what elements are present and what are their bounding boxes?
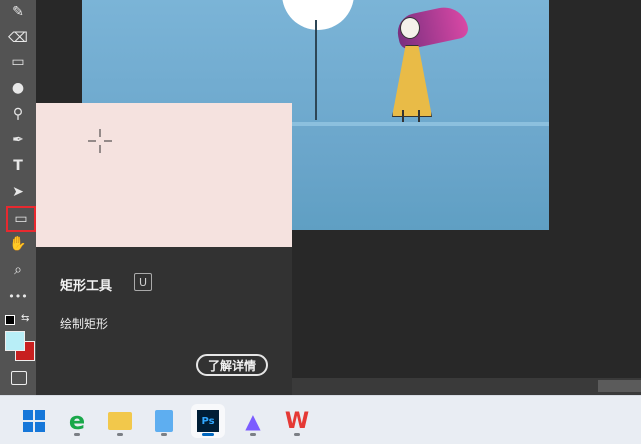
tool-tooltip: 矩形工具 U 绘制矩形 了解详情 (36, 103, 292, 395)
spot-healing-icon[interactable]: ✎ (0, 0, 36, 24)
stem (315, 20, 317, 120)
gradient-icon[interactable]: ▭ (0, 50, 36, 74)
pen-icon[interactable]: ✒ (0, 128, 36, 152)
tools-panel: ✎ ⌫ ▭ ● ⚲ ✒ T ➤ ▭ ✋ ⌕ ••• ⇆ (0, 0, 36, 395)
taskbar: e Ps ▲ W (0, 395, 641, 444)
hand-icon[interactable]: ✋ (0, 232, 36, 256)
quick-mask-icon[interactable] (11, 371, 27, 385)
zoom-icon[interactable]: ⌕ (0, 258, 36, 282)
scrollbar-thumb[interactable] (598, 380, 641, 392)
tooltip-description: 绘制矩形 (60, 317, 109, 331)
learn-more-button[interactable]: 了解详情 (196, 354, 268, 376)
foreground-color-swatch[interactable] (5, 331, 25, 351)
tooltip-shortcut: U (134, 273, 152, 291)
crosshair-cursor-icon (88, 129, 112, 153)
photoshop-icon[interactable]: Ps (191, 404, 225, 438)
type-icon[interactable]: T (0, 154, 36, 178)
more-tools-icon[interactable]: ••• (0, 284, 36, 308)
browser-icon[interactable]: e (60, 404, 94, 438)
horizontal-scrollbar[interactable] (292, 378, 641, 395)
notepad-icon[interactable] (147, 404, 181, 438)
blur-icon[interactable]: ● (0, 76, 36, 100)
dodge-icon[interactable]: ⚲ (0, 102, 36, 126)
file-explorer-icon[interactable] (103, 404, 137, 438)
tooltip-title: 矩形工具 (60, 279, 113, 294)
path-selection-icon[interactable]: ➤ (0, 180, 36, 204)
tooltip-info-panel: 矩形工具 U 绘制矩形 了解详情 (36, 247, 292, 395)
girl-dress (392, 45, 432, 117)
swap-colors-icon[interactable]: ⇆ (21, 313, 29, 324)
girl-face (400, 17, 420, 39)
eraser-icon[interactable]: ⌫ (0, 26, 36, 50)
photos-icon[interactable]: ▲ (236, 404, 270, 438)
flower (282, 0, 354, 30)
windows-start-icon[interactable] (17, 404, 51, 438)
rectangle-tool-icon[interactable]: ▭ (6, 206, 36, 232)
wps-icon[interactable]: W (280, 404, 314, 438)
default-colors-icon[interactable] (5, 315, 15, 325)
